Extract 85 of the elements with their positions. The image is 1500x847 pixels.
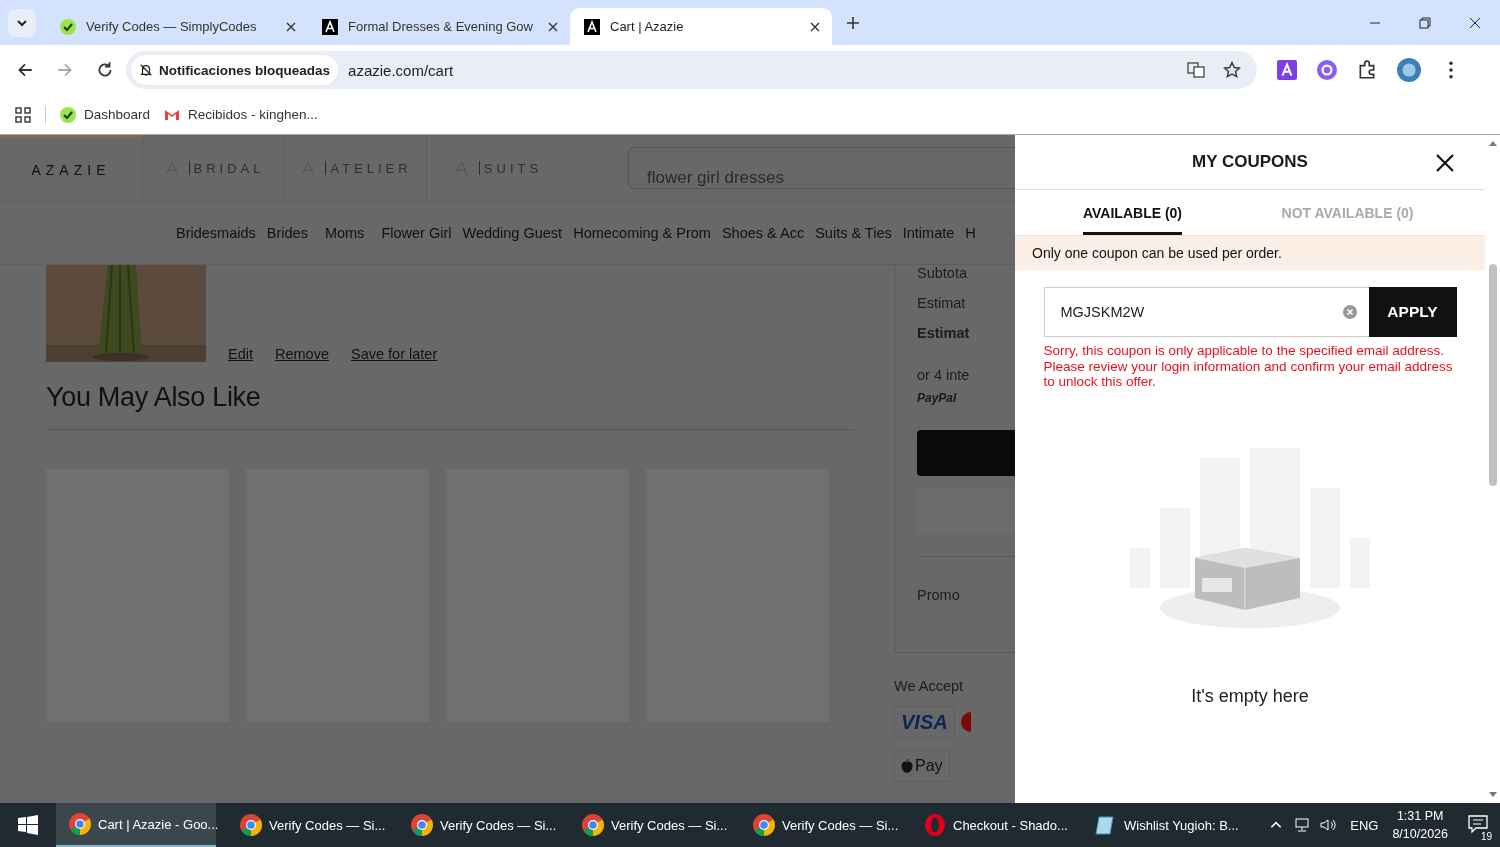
close-icon[interactable] [548,21,558,32]
chrome-icon [410,813,434,837]
avatar-icon[interactable] [1397,58,1421,82]
close-icon[interactable] [286,21,296,32]
reload-icon[interactable] [96,61,114,79]
checkout-button[interactable] [917,430,1015,476]
restore-icon[interactable] [1419,16,1431,29]
notification-icon[interactable] [1468,814,1488,833]
clock-time[interactable]: 1:31 PM [1396,807,1444,825]
extension-icon[interactable] [1317,60,1337,80]
speaker-icon[interactable] [1320,818,1337,832]
new-tab-icon[interactable] [846,15,860,30]
chrome-icon [581,813,605,837]
clock-date[interactable]: 8/10/2026 [1392,825,1448,843]
summary-label: Estimat [917,325,971,341]
letter-a-icon [322,18,338,35]
language-indicator[interactable]: ENG [1350,817,1379,833]
apply-button[interactable]: APPLY [1368,287,1457,337]
promo-label: Promo [917,587,961,603]
chrome-icon [68,812,92,836]
site-info-chip[interactable]: Notificaciones bloqueadas [131,55,339,85]
taskbar-item[interactable]: Cart | Azazie - Goo... [56,803,216,847]
browser-tab[interactable]: Verify Codes — SimplyCodes [46,8,308,45]
ring-icon [923,813,947,837]
empty-state-text: It's empty here [1191,685,1309,707]
browser-tab[interactable]: Cart | Azazie [570,8,832,45]
summary-label: Subtota [917,265,968,281]
chrome-icon [239,813,263,837]
card-logo-icon [960,712,971,732]
star-icon[interactable] [1223,61,1241,79]
scroll-thumb[interactable] [1488,264,1497,486]
section-heading: You May Also Like [46,382,262,413]
close-icon[interactable] [1435,153,1455,173]
tab-title: Verify Codes — SimplyCodes [86,19,258,34]
drawer-title: MY COUPONS [1192,152,1308,172]
scroll-up-icon[interactable] [1487,139,1498,147]
close-icon[interactable] [810,21,820,32]
taskbar-label: Wishlist Yugioh: B... [1124,817,1239,833]
summary-label: or 4 inte [917,367,971,383]
translate-icon[interactable] [1187,61,1205,79]
check-leaf-icon [60,18,76,35]
close-window-icon[interactable] [1469,16,1481,29]
tab-list-button[interactable] [8,8,36,37]
letter-a-icon [584,18,600,35]
scroll-down-icon[interactable] [1487,791,1498,799]
windows-start-icon[interactable] [18,815,38,835]
browser-tab[interactable]: Formal Dresses & Evening Gow [308,8,570,45]
chrome-icon [752,813,776,837]
taskbar-label: Verify Codes — Si... [611,817,728,833]
taskbar-item[interactable]: Verify Codes — Si... [227,803,387,847]
taskbar-label: Verify Codes — Si... [269,817,386,833]
taskbar-item[interactable]: Verify Codes — Si... [740,803,900,847]
taskbar-item[interactable]: Checkout - Shado... [911,803,1071,847]
tab-title: Formal Dresses & Evening Gow [348,19,534,34]
clear-icon[interactable] [1342,305,1357,319]
taskbar-item[interactable]: Wishlist Yugioh: B... [1082,803,1242,847]
taskbar-label: Cart | Azazie - Goo... [98,816,219,832]
back-icon[interactable] [16,61,34,79]
check-leaf-icon [60,106,76,123]
taskbar-label: Verify Codes — Si... [782,817,899,833]
apps-grid-icon[interactable] [15,106,31,123]
taskbar-item[interactable]: Verify Codes — Si... [569,803,729,847]
puzzle-icon[interactable] [1357,60,1377,80]
bell-slash-icon [139,63,153,77]
summary-label: Estimat [917,295,967,311]
coupon-field[interactable]: MGJSKM2W [1043,287,1369,337]
extension-icon[interactable] [1277,60,1297,80]
notification-count: 19 [1478,830,1494,842]
address-bar[interactable]: Notificaciones bloqueadas azazie.com/cart [126,51,1257,89]
apple-icon [901,759,913,773]
taskbar-item[interactable]: Verify Codes — Si... [398,803,558,847]
bookmark-link[interactable]: Dashboard [60,106,151,123]
apple-pay-logo: Pay [894,750,950,782]
bookmark-link[interactable]: Recibidos - kinghen... [164,106,318,123]
notice-banner: Only one coupon can be used per order. [1015,236,1485,270]
visa-logo: VISA [894,706,955,738]
accept-label: We Accept [894,678,965,694]
taskbar-label: Checkout - Shado... [953,817,1068,833]
coupon-tab[interactable]: AVAILABLE (0) [1083,190,1183,235]
url-text: azazie.com/cart [348,61,454,79]
paypal-logo: PayPal [917,391,958,405]
taskbar-label: Verify Codes — Si... [440,817,557,833]
tab-title: Cart | Azazie [610,19,685,34]
error-message: Sorry, this coupon is only applicable to the specified email address. Please review your login information and confirm your email address to unlock this offer. [1043,343,1454,390]
network-icon[interactable] [1294,818,1311,832]
